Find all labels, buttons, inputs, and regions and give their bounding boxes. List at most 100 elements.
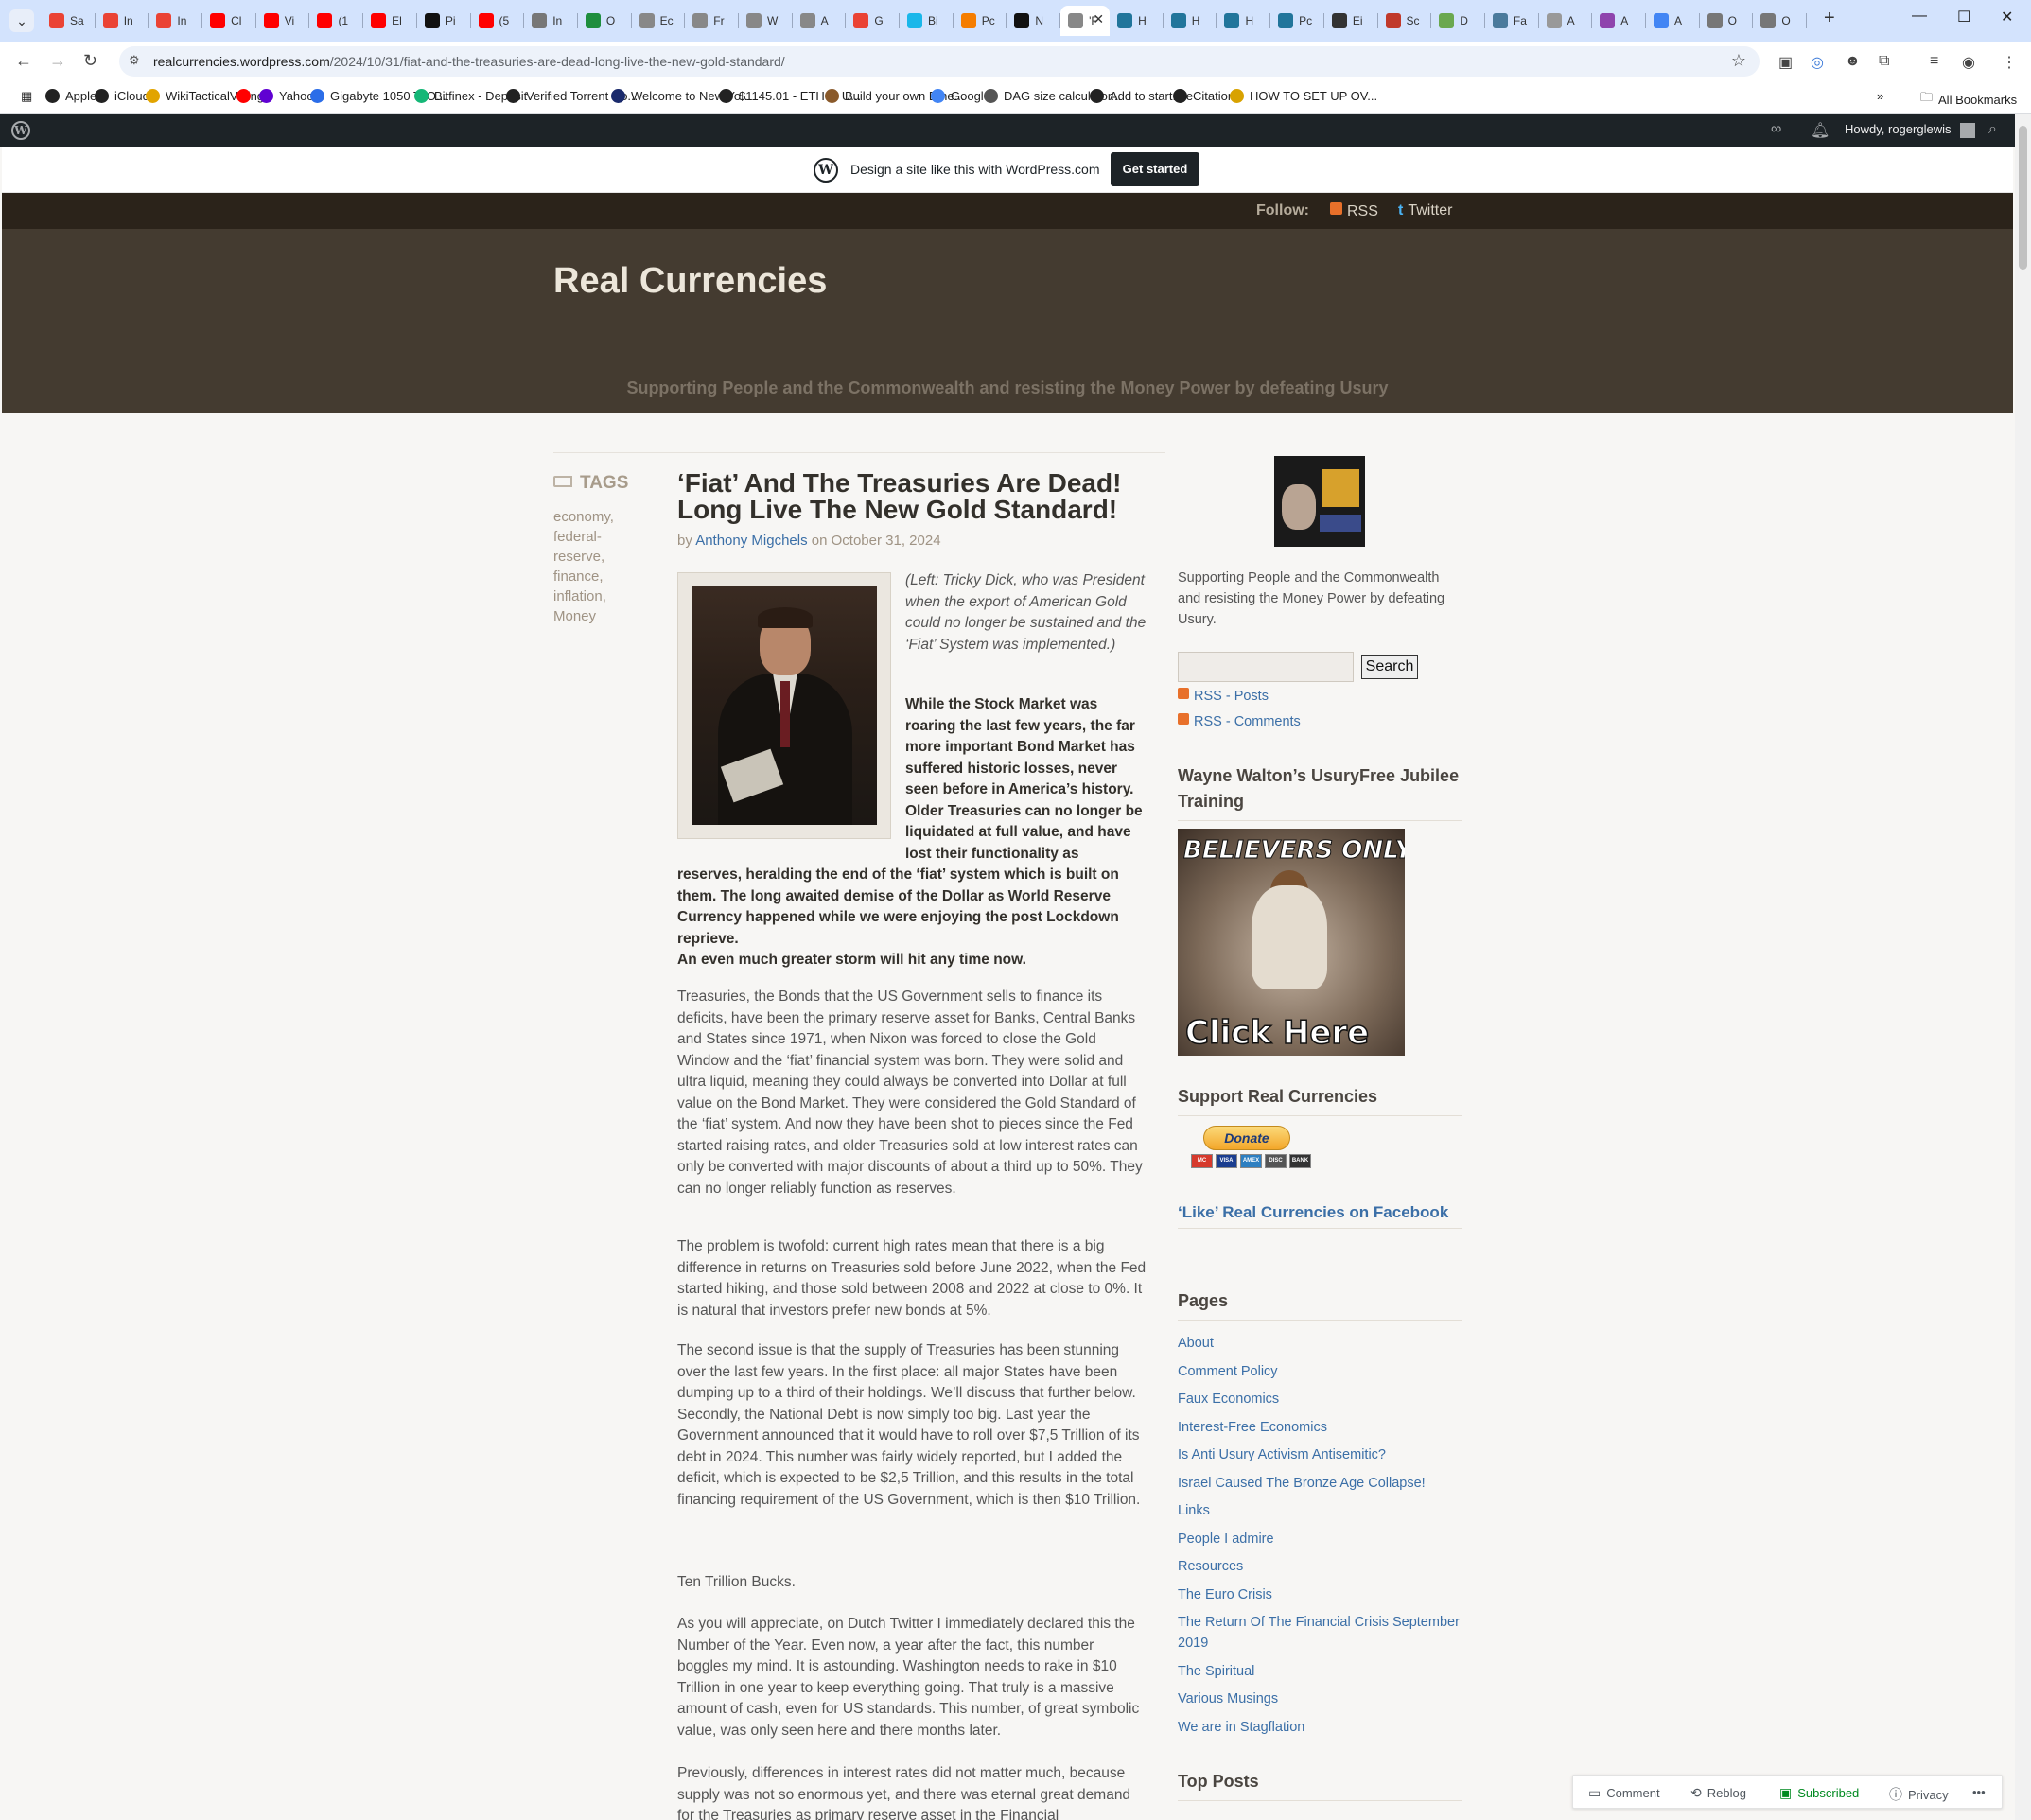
page-link[interactable]: Various Musings <box>1178 1689 1462 1709</box>
browser-tab[interactable]: (5 <box>471 6 525 36</box>
bookmark-item[interactable]: HOW TO SET UP OV... <box>1230 89 1377 103</box>
puzzle-icon[interactable]: ⧉ <box>1879 53 1889 70</box>
browser-tab[interactable]: A <box>1592 6 1646 36</box>
tag-link[interactable]: Money <box>553 606 629 626</box>
site-info-icon[interactable]: ⚙ <box>129 53 146 70</box>
browser-tab[interactable]: In <box>96 6 149 36</box>
believers-only-banner[interactable]: BELIEVERS ONLY! Click Here <box>1178 829 1405 1056</box>
page-link[interactable]: Interest-Free Economics <box>1178 1417 1462 1438</box>
facebook-like-link[interactable]: ‘Like’ Real Currencies on Facebook <box>1178 1203 1462 1229</box>
page-link[interactable]: About <box>1178 1333 1462 1354</box>
browser-tab[interactable]: H <box>1164 6 1217 36</box>
search-input[interactable] <box>1178 652 1354 682</box>
browser-tab[interactable]: O <box>1700 6 1754 36</box>
browser-tab[interactable]: Ei <box>1324 6 1378 36</box>
close-tab-icon[interactable]: ✕ <box>1093 11 1104 27</box>
browser-tab[interactable]: Bi <box>900 6 954 36</box>
author-link[interactable]: Anthony Migchels <box>695 533 807 549</box>
browser-tab[interactable]: Sa <box>42 6 96 36</box>
page-link[interactable]: The Euro Crisis <box>1178 1584 1462 1605</box>
forward-icon[interactable]: → <box>49 51 66 71</box>
close-window-icon[interactable]: ✕ <box>2001 8 2013 26</box>
all-bookmarks-folder[interactable]: 🗀 All Bookmarks <box>1920 89 2017 110</box>
browser-tab[interactable]: A <box>793 6 847 36</box>
bookmark-item[interactable] <box>236 89 256 103</box>
bookmarks-overflow-icon[interactable]: » <box>1877 89 1883 103</box>
reader-icon[interactable]: ∞ <box>1771 121 1781 138</box>
howdy-user-menu[interactable]: Howdy, rogerglewis <box>1845 122 1951 136</box>
extension-icon[interactable]: ▣ <box>1778 53 1793 72</box>
search-button[interactable]: Search <box>1361 655 1418 679</box>
page-link[interactable]: The Spiritual <box>1178 1661 1462 1682</box>
profile-avatar-icon[interactable]: ◉ <box>1962 53 1975 72</box>
privacy-button[interactable]: ⓘ Privacy <box>1889 1785 1949 1804</box>
browser-tab[interactable]: A <box>1539 6 1593 36</box>
browser-tab[interactable]: Pi <box>417 6 471 36</box>
apps-grid-icon[interactable]: ▦ <box>21 89 32 104</box>
twitter-follow-link[interactable]: t Twitter <box>1398 202 1452 219</box>
browser-tab[interactable]: Fr <box>685 6 739 36</box>
page-link[interactable]: Comment Policy <box>1178 1361 1462 1382</box>
browser-tab[interactable]: Pc <box>954 6 1007 36</box>
search-icon[interactable]: ⌕ <box>1988 121 1997 138</box>
bookmark-item[interactable]: iCloud <box>95 89 149 103</box>
reblog-button[interactable]: ⟲ Reblog <box>1690 1785 1746 1801</box>
minimize-icon[interactable]: — <box>1912 8 1927 25</box>
extension-icon[interactable]: ◎ <box>1811 53 1824 72</box>
site-title[interactable]: Real Currencies <box>553 261 827 302</box>
page-link[interactable]: Faux Economics <box>1178 1389 1462 1409</box>
reload-icon[interactable]: ↻ <box>83 51 97 71</box>
browser-tab[interactable]: Pc <box>1270 6 1324 36</box>
browser-tab[interactable]: Cl <box>202 6 256 36</box>
browser-tab[interactable]: H <box>1217 6 1270 36</box>
tag-link[interactable]: federal- <box>553 527 629 547</box>
browser-tab[interactable]: H <box>1110 6 1164 36</box>
tag-link[interactable]: finance, <box>553 567 629 586</box>
browser-tab[interactable]: (1 <box>309 6 363 36</box>
page-link[interactable]: People I admire <box>1178 1529 1462 1549</box>
tab-search-button[interactable]: ⌄ <box>9 9 34 32</box>
wordpress-logo-icon[interactable]: W <box>11 121 30 140</box>
page-link[interactable]: Is Anti Usury Activism Antisemitic? <box>1178 1444 1462 1465</box>
url-text[interactable]: realcurrencies.wordpress.com/2024/10/31/… <box>153 54 785 69</box>
page-link[interactable]: The Return Of The Financial Crisis Septe… <box>1178 1612 1462 1654</box>
page-link[interactable]: Links <box>1178 1500 1462 1521</box>
more-actions-button[interactable]: ••• <box>1972 1785 1986 1799</box>
browser-tab[interactable]: W <box>739 6 793 36</box>
user-avatar[interactable] <box>1960 123 1975 138</box>
bookmark-item[interactable]: Yahoo <box>259 89 314 103</box>
browser-tab[interactable]: N <box>1007 6 1060 36</box>
rss-follow-link[interactable]: RSS <box>1330 202 1378 220</box>
browser-tab[interactable]: A <box>1646 6 1700 36</box>
browser-tab[interactable]: In <box>149 6 202 36</box>
browser-tab[interactable]: O <box>1753 6 1807 36</box>
page-link[interactable]: Israel Caused The Bronze Age Collapse! <box>1178 1473 1462 1494</box>
browser-tab[interactable]: Fa <box>1485 6 1539 36</box>
browser-menu-icon[interactable]: ⋮ <box>2002 53 2017 72</box>
scrollbar-thumb[interactable] <box>2019 126 2027 270</box>
page-link[interactable]: We are in Stagflation <box>1178 1717 1462 1738</box>
browser-tab[interactable]: Sc <box>1378 6 1432 36</box>
nixon-portrait-image[interactable] <box>692 586 877 825</box>
browser-tab[interactable]: D <box>1431 6 1485 36</box>
rss-comments-link[interactable]: RSS - Comments <box>1178 713 1301 729</box>
maximize-icon[interactable]: ☐ <box>1957 8 1970 26</box>
page-scrollbar[interactable] <box>2015 114 2031 1820</box>
page-link[interactable]: Resources <box>1178 1556 1462 1577</box>
browser-tab[interactable]: Vi <box>256 6 310 36</box>
browser-tab[interactable]: 'F ✕ <box>1060 6 1111 36</box>
tag-link[interactable]: economy, <box>553 507 629 527</box>
browser-tab[interactable]: O <box>578 6 632 36</box>
bookmark-star-icon[interactable]: ☆ <box>1731 51 1746 71</box>
blog-avatar-image[interactable] <box>1274 456 1365 547</box>
rss-posts-link[interactable]: RSS - Posts <box>1178 688 1269 704</box>
tag-link[interactable]: reserve, <box>553 547 629 567</box>
extension-icon[interactable]: ☻ <box>1845 53 1861 70</box>
address-bar[interactable]: ⚙ realcurrencies.wordpress.com/2024/10/3… <box>119 46 1760 77</box>
notifications-bell-icon[interactable]: 🔔︎ <box>1811 121 1830 140</box>
tag-link[interactable]: inflation, <box>553 586 629 606</box>
browser-tab[interactable]: El <box>363 6 417 36</box>
media-control-icon[interactable]: ≡ <box>1930 53 1938 70</box>
new-tab-button[interactable]: + <box>1824 8 1835 29</box>
comment-button[interactable]: ▭ Comment <box>1588 1785 1660 1801</box>
